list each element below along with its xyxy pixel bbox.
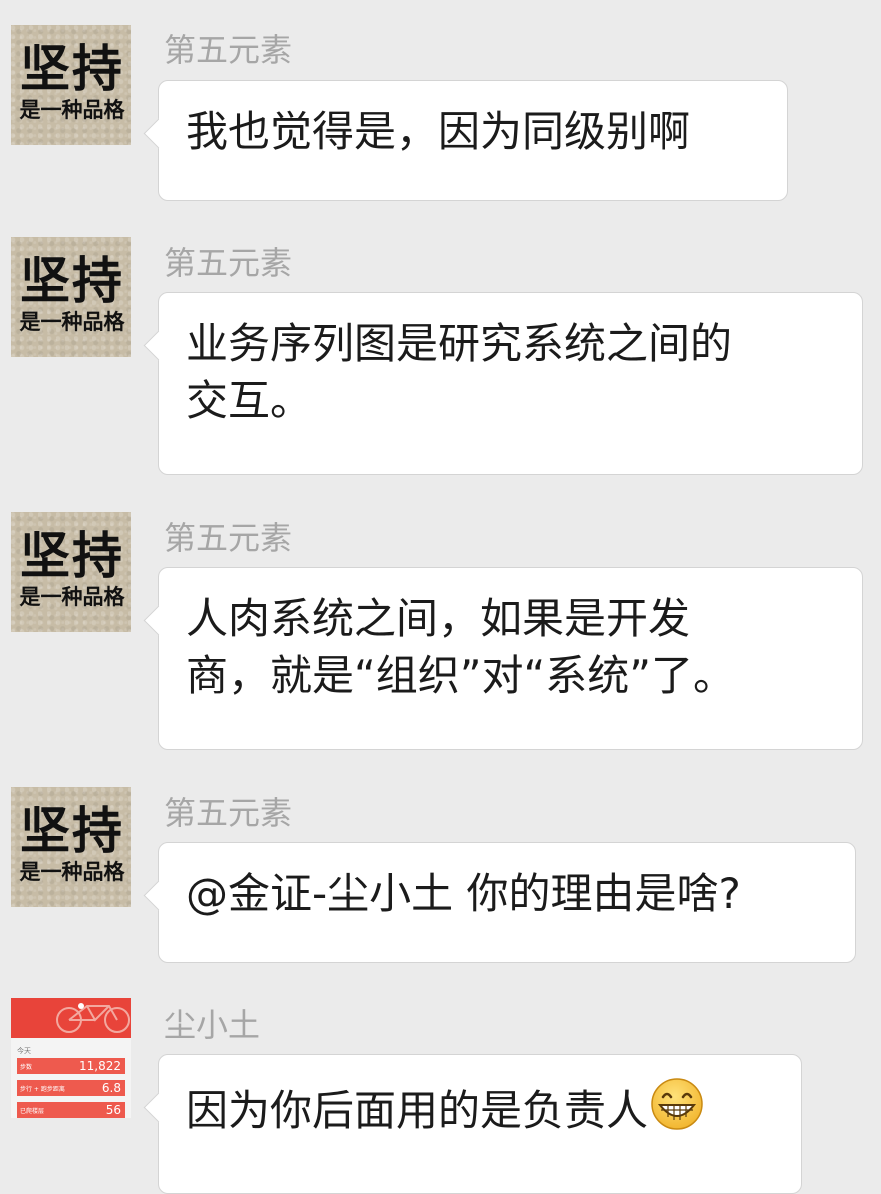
- activity-row: 步行 + 跑步距离 6.8: [17, 1080, 125, 1096]
- grinning-face-emoji-icon: [651, 1078, 703, 1130]
- avatar-big-text: 坚持: [20, 527, 124, 585]
- avatar-small-text: 是一种品格: [19, 98, 125, 122]
- activity-value: 56: [105, 1103, 121, 1117]
- message-bubble[interactable]: 我也觉得是，因为同级别啊: [158, 80, 788, 201]
- activity-key: 已爬楼层: [20, 1108, 45, 1115]
- message-bubble[interactable]: 人肉系统之间，如果是开发 商，就是“组织”对“系统”了。: [158, 567, 863, 750]
- avatar-small-text: 是一种品格: [19, 585, 125, 609]
- sender-name: 第五元素: [164, 244, 293, 282]
- avatar-small-text: 是一种品格: [19, 310, 125, 334]
- message-text-line: 我也觉得是，因为同级别啊: [186, 107, 691, 156]
- avatar-small-text: 是一种品格: [19, 860, 125, 884]
- message-text-line: 交互。: [186, 376, 313, 425]
- avatar[interactable]: 今天 步数 11,822 步行 + 跑步距离 6.8 已爬楼层 56: [11, 998, 131, 1118]
- activity-value: 11,822: [79, 1059, 121, 1073]
- message-text: 因为你后面用的是负责人: [186, 1086, 649, 1135]
- message-text-line: 因为你后面用的是负责人: [186, 1077, 776, 1139]
- avatar[interactable]: 坚持 是一种品格: [11, 237, 131, 357]
- message-text-line: 业务序列图是研究系统之间的: [186, 319, 733, 368]
- activity-key: 步行 + 跑步距离: [20, 1086, 65, 1093]
- activity-row: 已爬楼层 56: [17, 1102, 125, 1118]
- avatar-big-text: 坚持: [20, 40, 124, 98]
- sender-name: 第五元素: [164, 519, 293, 557]
- message-text-line: 人肉系统之间，如果是开发: [186, 594, 691, 643]
- avatar-big-text: 坚持: [20, 802, 124, 860]
- activity-key: 步数: [20, 1064, 33, 1071]
- sender-name: 尘小土: [164, 1006, 261, 1044]
- message-bubble[interactable]: 因为你后面用的是负责人: [158, 1054, 802, 1194]
- activity-row: 步数 11,822: [17, 1058, 125, 1074]
- sender-name: 第五元素: [164, 794, 293, 832]
- avatar[interactable]: 坚持 是一种品格: [11, 512, 131, 632]
- activity-value: 6.8: [101, 1081, 121, 1095]
- message-text-line: 商，就是“组织”对“系统”了。: [186, 651, 736, 700]
- bicycle-icon: [56, 1003, 130, 1033]
- message-bubble[interactable]: @金证-尘小土 你的理由是啥?: [158, 842, 856, 963]
- message-bubble[interactable]: 业务序列图是研究系统之间的 交互。: [158, 292, 863, 475]
- message-text-line: @金证-尘小土 你的理由是啥?: [186, 869, 741, 918]
- sender-name: 第五元素: [164, 31, 293, 69]
- avatar-label: 今天: [17, 1047, 31, 1055]
- avatar-big-text: 坚持: [20, 252, 124, 310]
- avatar[interactable]: 坚持 是一种品格: [11, 25, 131, 145]
- avatar[interactable]: 坚持 是一种品格: [11, 787, 131, 907]
